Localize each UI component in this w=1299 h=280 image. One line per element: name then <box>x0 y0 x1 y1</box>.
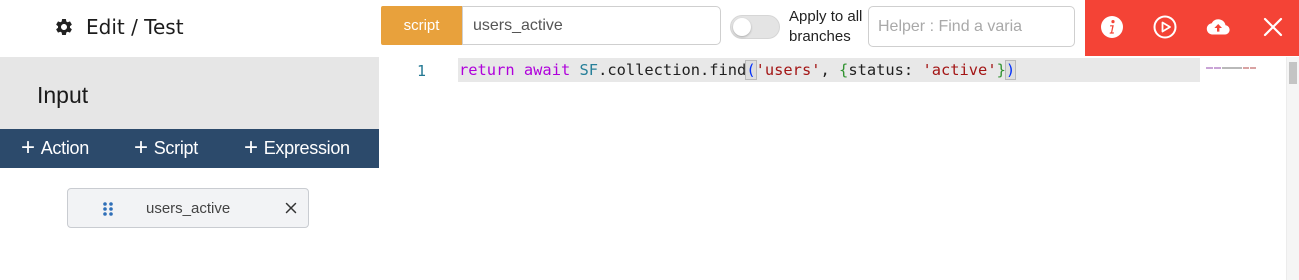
close-icon[interactable] <box>1260 14 1286 40</box>
vertical-scrollbar[interactable] <box>1286 57 1299 280</box>
plus-icon: + <box>21 133 35 161</box>
add-script-label: Script <box>153 138 199 158</box>
add-action-button[interactable]: + Action <box>21 129 89 168</box>
page-title: Edit / Test <box>86 15 184 39</box>
plus-icon: + <box>244 133 258 161</box>
code-brace-open: { <box>839 61 849 79</box>
input-chip-label: users_active <box>146 200 231 217</box>
input-chip[interactable]: users_active <box>67 188 309 228</box>
code-call: .collection.find <box>598 61 747 79</box>
remove-input-icon[interactable] <box>284 201 298 215</box>
toggle-knob <box>733 18 751 36</box>
code-keyword: return <box>459 61 515 79</box>
helper-search-input[interactable] <box>868 6 1075 47</box>
action-toolbar <box>1085 0 1299 56</box>
scrollbar-thumb[interactable] <box>1289 62 1297 84</box>
code-comma: , <box>820 61 840 79</box>
code-editor[interactable]: 1 return await SF.collection.find('users… <box>379 57 1299 280</box>
code-paren-close: ) <box>1004 60 1017 80</box>
drag-handle-icon[interactable] <box>102 201 114 217</box>
script-type-button[interactable]: script <box>381 6 462 45</box>
code-string: 'active' <box>922 61 997 79</box>
code-string: 'users' <box>755 61 821 79</box>
header-bar: Edit / Test script Apply to all branches <box>0 0 1299 57</box>
input-section-header: Input <box>0 57 379 129</box>
cloud-upload-icon[interactable] <box>1205 14 1231 40</box>
add-action-label: Action <box>40 138 90 158</box>
script-name-input[interactable] <box>462 6 721 45</box>
info-icon[interactable] <box>1099 14 1125 40</box>
minimap[interactable] <box>1206 59 1258 69</box>
apply-all-branches-toggle[interactable] <box>730 15 780 39</box>
section-title: Input <box>37 82 89 108</box>
add-expression-button[interactable]: + Expression <box>244 129 350 168</box>
line-number: 1 <box>417 62 427 80</box>
gear-icon[interactable] <box>54 17 74 37</box>
add-expression-label: Expression <box>263 138 350 158</box>
code-identifier: SF <box>579 61 599 79</box>
add-script-button[interactable]: + Script <box>134 129 198 168</box>
add-toolbar: + Action + Script + Expression <box>0 129 379 168</box>
play-icon[interactable] <box>1152 14 1178 40</box>
code-key: status: <box>848 61 923 79</box>
code-line[interactable]: return await SF.collection.find('users',… <box>459 60 1017 80</box>
code-keyword: await <box>523 61 571 79</box>
code-paren-open: ( <box>745 60 757 80</box>
apply-all-branches-label: Apply to all branches <box>789 8 863 45</box>
title-group: Edit / Test <box>54 15 184 39</box>
text-cursor <box>1015 60 1017 80</box>
code-brace-close: } <box>996 61 1006 79</box>
plus-icon: + <box>134 133 148 161</box>
